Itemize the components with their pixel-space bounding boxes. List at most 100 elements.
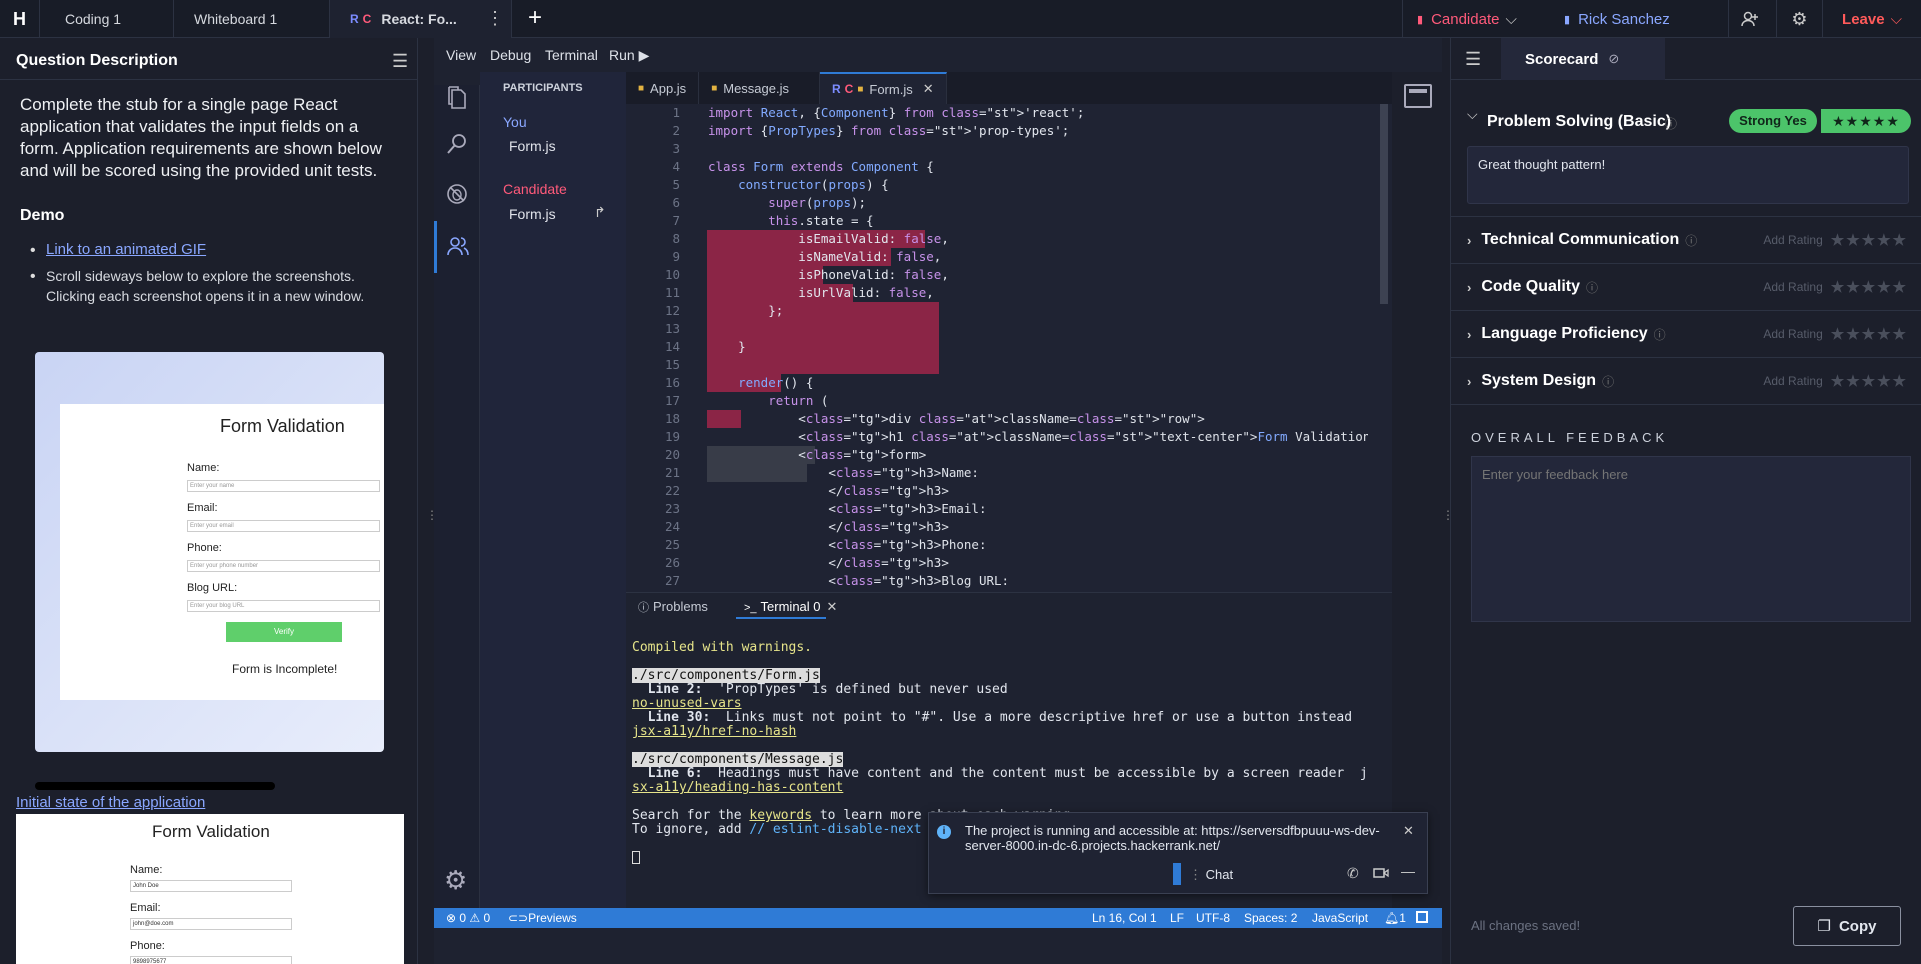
candidate-dropdown[interactable]: ▮ Candidate ⌵ (1402, 0, 1562, 38)
code-line[interactable] (708, 356, 1368, 374)
chevron-down-icon[interactable]: ⌵ (1467, 106, 1478, 123)
user-indicator[interactable]: ▮ Rick Sanchez (1562, 0, 1738, 38)
previews-button[interactable]: ⊂⊃Previews (508, 911, 577, 925)
editor-tab-form[interactable]: R C ■ Form.js ✕ (819, 72, 947, 104)
menu-debug[interactable]: Debug (490, 47, 531, 63)
info-icon[interactable]: ⓘ (1602, 373, 1614, 390)
tab-whiteboard[interactable]: Whiteboard 1 (174, 0, 330, 38)
info-icon[interactable]: ⓘ (1586, 279, 1598, 296)
eol-indicator[interactable]: LF (1170, 911, 1184, 925)
star-rating[interactable]: ★★★★★ (1831, 231, 1908, 249)
notifications-bell[interactable]: 🔔︎1 (1384, 911, 1406, 925)
code-line[interactable]: super(props); (708, 194, 1368, 212)
settings-gear-icon[interactable]: ⚙ (444, 865, 467, 896)
code-line[interactable]: <class="tg">h3>Phone: (708, 536, 1368, 554)
initial-state-screenshot[interactable]: Form Validation Name: John Doe Email: jo… (16, 814, 404, 964)
chat-label[interactable]: ⋮ Chat (1189, 867, 1233, 883)
participants-icon[interactable] (446, 235, 470, 262)
close-icon[interactable]: ✕ (1403, 823, 1414, 839)
video-icon[interactable] (1373, 866, 1389, 884)
code-line[interactable]: <class="tg">h1 class="at">className=clas… (708, 428, 1368, 446)
tab-more-icon[interactable]: ⋮ (486, 8, 504, 29)
tab-scorecard[interactable]: Scorecard ⊘ (1501, 38, 1665, 80)
spaces-indicator[interactable]: Spaces: 2 (1244, 911, 1297, 925)
editor-tab-message[interactable]: ■ Message.js (699, 72, 820, 104)
tab-react-form[interactable]: R C React: Fo... (330, 0, 512, 38)
animated-gif-link[interactable]: Link to an animated GIF (46, 241, 206, 258)
language-indicator[interactable]: JavaScript (1312, 911, 1368, 925)
code-line[interactable]: </class="tg">h3> (708, 518, 1368, 536)
cursor-position[interactable]: Ln 16, Col 1 (1092, 911, 1157, 925)
menu-view[interactable]: View (446, 47, 476, 63)
participant-file[interactable]: Form.js (509, 138, 556, 154)
add-person-icon[interactable] (1728, 0, 1770, 38)
info-icon[interactable]: ⓘ (1665, 115, 1677, 132)
code-line[interactable]: <class="tg">h3>Name: (708, 464, 1368, 482)
tab-terminal[interactable]: >_ Terminal 0 ✕ (744, 599, 837, 615)
code-line[interactable] (708, 140, 1368, 158)
category-code-quality[interactable]: › Code Quality ⓘ Add Rating ★★★★★ (1451, 264, 1921, 311)
code-line[interactable]: <class="tg">form> (708, 446, 1368, 464)
search-icon[interactable] (446, 133, 468, 160)
participant-file[interactable]: Form.js (509, 206, 556, 222)
overall-feedback-input[interactable] (1471, 456, 1911, 622)
editor-tab-app[interactable]: ■ App.js (626, 72, 700, 104)
star-rating[interactable]: ★★★★★ (1821, 109, 1911, 133)
code-line[interactable]: <class="tg">h3>Email: (708, 500, 1368, 518)
minimize-icon[interactable]: — (1401, 863, 1415, 879)
resize-gutter[interactable]: ⋮ (1442, 38, 1454, 964)
code-line[interactable]: </class="tg">h3> (708, 554, 1368, 572)
info-icon[interactable]: ⓘ (1654, 326, 1666, 343)
code-line[interactable]: return ( (708, 392, 1368, 410)
initial-state-link[interactable]: Initial state of the application (16, 794, 205, 811)
menu-terminal[interactable]: Terminal (545, 47, 598, 63)
settings-gear-icon[interactable]: ⚙ (1776, 0, 1822, 38)
code-line[interactable]: isNameValid: false, (708, 248, 1368, 266)
code-line[interactable]: }; (708, 302, 1368, 320)
follow-arrow-icon[interactable]: ↱ (594, 204, 606, 221)
code-line[interactable]: <class="tg">div class="at">className=cla… (708, 410, 1368, 428)
hamburger-menu-icon[interactable]: ☰ (1465, 49, 1481, 70)
category-name[interactable]: Problem Solving (Basic) (1487, 113, 1671, 131)
tab-problems[interactable]: ⓘ Problems (638, 599, 708, 615)
add-rating[interactable]: Add Rating (1763, 374, 1822, 388)
info-icon[interactable]: ⓘ (1685, 232, 1697, 249)
close-icon[interactable]: ✕ (827, 599, 838, 614)
add-rating[interactable]: Add Rating (1763, 327, 1822, 341)
horizontal-scrollbar[interactable] (35, 782, 275, 790)
phone-icon[interactable]: ✆ (1347, 865, 1359, 882)
code-line[interactable]: } (708, 338, 1368, 356)
close-icon[interactable]: ✕ (923, 81, 934, 97)
code-line[interactable]: import {PropTypes} from class="st">'prop… (708, 122, 1368, 140)
debug-bug-icon[interactable] (446, 183, 468, 210)
code-line[interactable]: isUrlValid: false, (708, 284, 1368, 302)
star-rating[interactable]: ★★★★★ (1831, 278, 1908, 296)
code-line[interactable]: </class="tg">h3> (708, 482, 1368, 500)
resize-gutter[interactable]: ⋮ (418, 38, 438, 964)
demo-screenshot[interactable]: Form Validation Name: Enter your name Em… (35, 352, 384, 752)
explorer-files-icon[interactable] (446, 85, 468, 111)
layout-icon[interactable] (1416, 911, 1428, 923)
code-line[interactable]: render() { (708, 374, 1368, 392)
star-rating[interactable]: ★★★★★ (1831, 325, 1908, 343)
category-language-proficiency[interactable]: › Language Proficiency ⓘ Add Rating ★★★★… (1451, 311, 1921, 358)
code-line[interactable]: class Form extends Component { (708, 158, 1368, 176)
comment-box[interactable]: Great thought pattern! (1467, 146, 1909, 204)
code-line[interactable]: isEmailValid: false, (708, 230, 1368, 248)
keywords-link[interactable]: keywords (749, 808, 812, 823)
add-rating[interactable]: Add Rating (1763, 233, 1822, 247)
add-rating[interactable]: Add Rating (1763, 280, 1822, 294)
hamburger-menu-icon[interactable]: ☰ (392, 51, 408, 72)
code-line[interactable]: import React, {Component} from class="st… (708, 104, 1368, 122)
add-tab-icon[interactable]: + (528, 4, 542, 32)
code-line[interactable]: constructor(props) { (708, 176, 1368, 194)
code-line[interactable] (708, 320, 1368, 338)
code-body[interactable]: import React, {Component} from class="st… (708, 104, 1368, 592)
eye-off-icon[interactable]: ⊘ (1608, 51, 1619, 67)
encoding-indicator[interactable]: UTF-8 (1196, 911, 1230, 925)
star-rating[interactable]: ★★★★★ (1831, 372, 1908, 390)
category-system-design[interactable]: › System Design ⓘ Add Rating ★★★★★ (1451, 358, 1921, 405)
copy-button[interactable]: ❐ Copy (1793, 906, 1901, 946)
code-line[interactable]: isPhoneValid: false, (708, 266, 1368, 284)
editor-scrollbar[interactable] (1380, 104, 1388, 304)
